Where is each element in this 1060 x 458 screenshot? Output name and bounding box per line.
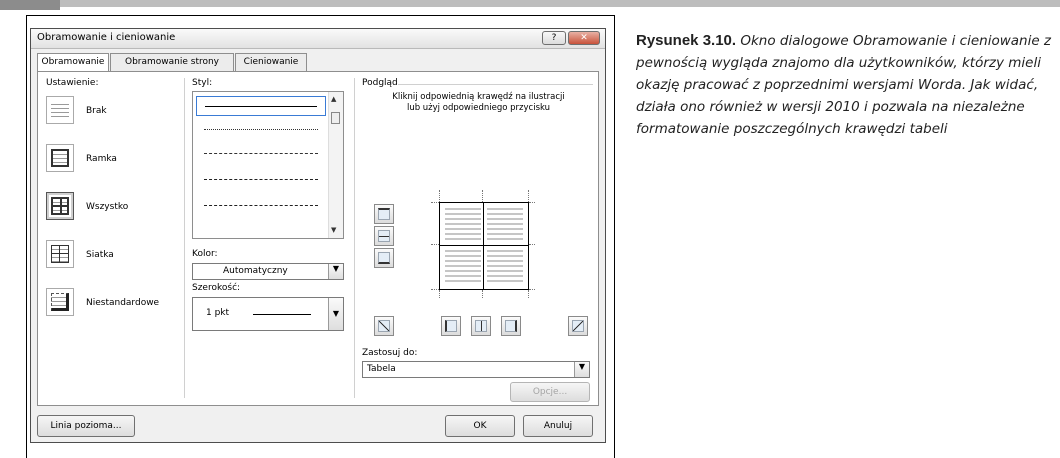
tab-borders[interactable]: Obramowanie	[37, 53, 109, 72]
preview-guide	[431, 289, 439, 290]
preview-guide	[529, 202, 535, 203]
chevron-down-icon[interactable]: ▼	[328, 264, 343, 279]
preset-none-label[interactable]: Brak	[86, 106, 107, 116]
style-listbox[interactable]: ▲ ▼	[192, 91, 344, 239]
preview-guide	[439, 190, 440, 202]
preset-custom-button[interactable]	[46, 288, 74, 316]
width-dropdown[interactable]: 1 pkt ▼	[192, 297, 344, 331]
bottom-border-button[interactable]	[374, 248, 394, 268]
preview-guide	[529, 289, 535, 290]
column-divider-left	[184, 78, 185, 398]
preset-grid-button[interactable]	[46, 240, 74, 268]
diagonal-up-border-icon	[378, 320, 390, 332]
grid-border-icon	[51, 245, 69, 263]
dialog-title: Obramowanie i cieniowanie	[37, 32, 176, 43]
setting-label: Ustawienie:	[46, 78, 99, 88]
all-borders-icon	[51, 197, 69, 215]
preview-inside-horizontal-line[interactable]	[440, 245, 528, 246]
preview-cell	[445, 250, 481, 284]
custom-border-icon	[51, 293, 69, 311]
preview-inside-vertical-line[interactable]	[483, 203, 484, 289]
right-border-icon	[505, 320, 517, 332]
style-label: Styl:	[192, 78, 213, 88]
horizontal-line-button[interactable]: Linia pozioma...	[37, 415, 135, 437]
chevron-down-icon[interactable]: ▼	[574, 362, 589, 377]
preview-table[interactable]	[439, 202, 529, 290]
preview-cell	[487, 208, 523, 242]
preset-box-button[interactable]	[46, 144, 74, 172]
tab-shading[interactable]: Cieniowanie	[235, 53, 307, 71]
help-button[interactable]: ?	[542, 31, 566, 45]
ok-button[interactable]: OK	[445, 415, 515, 437]
style-option-solid[interactable]	[196, 96, 326, 116]
tab-page-border[interactable]: Obramowanie strony	[110, 53, 234, 71]
apply-to-label: Zastosuj do:	[362, 348, 418, 358]
preview-guide	[482, 290, 483, 298]
chevron-down-icon[interactable]: ▼	[328, 298, 343, 330]
page-corner-mark	[0, 0, 60, 10]
preview-area[interactable]	[431, 190, 535, 298]
figure-number: Rysunek 3.10.	[636, 32, 737, 49]
style-option-dash-dot[interactable]	[196, 196, 326, 216]
color-value: Automatyczny	[223, 266, 288, 276]
cancel-button[interactable]: Anuluj	[523, 415, 593, 437]
apply-to-dropdown[interactable]: Tabela ▼	[362, 361, 590, 378]
figure-caption: Rysunek 3.10. Okno dialogowe Obramowanie…	[636, 30, 1056, 140]
width-sample-line	[253, 314, 311, 315]
inside-vertical-border-icon	[475, 320, 487, 332]
close-button[interactable]: ✕	[568, 31, 600, 45]
style-option-dotted[interactable]	[196, 120, 326, 140]
inside-vertical-border-button[interactable]	[471, 316, 491, 336]
inside-horizontal-border-icon	[378, 230, 390, 242]
preview-cell	[445, 208, 481, 242]
preset-box-label[interactable]: Ramka	[86, 154, 117, 164]
style-option-small-dash[interactable]	[196, 144, 326, 164]
dialog-titlebar: Obramowanie i cieniowanie ? ✕	[31, 29, 605, 49]
diagonal-down-border-icon	[572, 320, 584, 332]
preview-guide	[439, 290, 440, 298]
style-option-dash[interactable]	[196, 170, 326, 190]
borders-tab-panel: Ustawienie: Brak Ramka Wszystko Siatka N…	[37, 71, 599, 406]
preview-label: Podgląd	[362, 78, 398, 88]
preview-guide	[528, 190, 529, 202]
page-top-band	[0, 0, 1060, 10]
right-border-button[interactable]	[501, 316, 521, 336]
width-label: Szerokość:	[192, 283, 241, 293]
scroll-down-icon[interactable]: ▼	[331, 226, 336, 234]
top-border-icon	[378, 208, 390, 220]
width-value: 1 pkt	[206, 308, 230, 318]
preset-none-button[interactable]	[46, 96, 74, 124]
box-border-icon	[51, 149, 69, 167]
diagonal-down-border-button[interactable]	[568, 316, 588, 336]
preview-guide	[482, 190, 483, 202]
borders-shading-dialog: Obramowanie i cieniowanie ? ✕ Obramowani…	[30, 28, 606, 443]
preview-guide	[529, 244, 535, 245]
preview-guide	[431, 202, 439, 203]
preview-cell	[487, 250, 523, 284]
preset-grid-label[interactable]: Siatka	[86, 250, 114, 260]
top-border-button[interactable]	[374, 204, 394, 224]
apply-to-value: Tabela	[367, 364, 396, 374]
preset-all-label[interactable]: Wszystko	[86, 202, 128, 212]
column-divider-right	[354, 78, 355, 398]
left-border-icon	[445, 320, 457, 332]
options-button[interactable]: Opcje...	[510, 382, 590, 402]
scroll-up-icon[interactable]: ▲	[331, 95, 336, 103]
scroll-thumb[interactable]	[331, 112, 340, 124]
preview-hint: Kliknij odpowiednią krawędź na ilustracj…	[392, 92, 565, 113]
preview-guide	[431, 244, 439, 245]
preset-custom-label[interactable]: Niestandardowe	[86, 298, 159, 308]
left-border-button[interactable]	[441, 316, 461, 336]
inside-horizontal-border-button[interactable]	[374, 226, 394, 246]
preview-guide	[528, 290, 529, 298]
color-label: Kolor:	[192, 249, 218, 259]
preview-rule	[398, 84, 593, 85]
diagonal-up-border-button[interactable]	[374, 316, 394, 336]
style-scrollbar[interactable]: ▲ ▼	[328, 92, 343, 238]
bottom-border-icon	[378, 252, 390, 264]
preset-all-button[interactable]	[46, 192, 74, 220]
color-dropdown[interactable]: Automatyczny ▼	[192, 263, 344, 280]
no-border-icon	[51, 101, 69, 119]
